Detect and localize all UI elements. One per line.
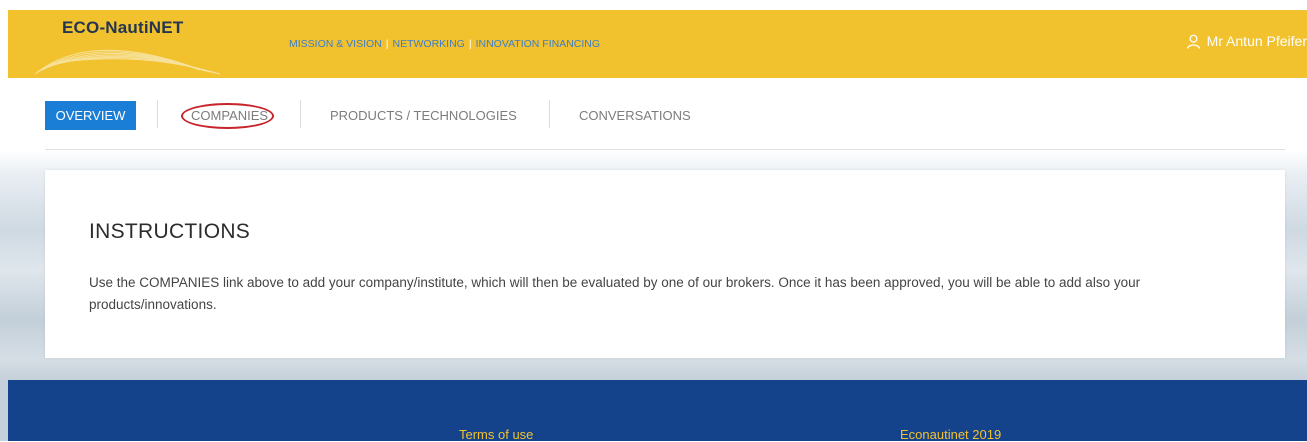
tab-divider [300, 100, 301, 128]
nav-separator: | [385, 38, 389, 50]
instructions-heading: INSTRUCTIONS [89, 220, 251, 243]
user-menu[interactable]: Mr Antun Pfeifer [1186, 33, 1307, 49]
top-nav: MISSION & VISION | NETWORKING | INNOVATION F… [289, 38, 600, 50]
tab-underline [45, 149, 1285, 150]
instructions-card: INSTRUCTIONS Use the COMPANIES link abov… [45, 170, 1285, 358]
nav-networking[interactable]: NETWORKING [393, 38, 465, 50]
user-name: Mr Antun Pfeifer [1206, 33, 1307, 49]
tab-products-technologies[interactable]: PRODUCTS / TECHNOLOGIES [330, 101, 517, 130]
instructions-text: Use the COMPANIES link above to add your… [89, 275, 1141, 312]
logo-waves-icon [34, 49, 221, 75]
nav-separator: | [468, 38, 472, 50]
user-icon [1186, 34, 1200, 49]
nav-mission-vision[interactable]: MISSION & VISION [289, 38, 382, 50]
nav-innovation-financing[interactable]: INNOVATION FINANCING [476, 38, 600, 50]
site-footer: Terms of use Econautinet 2019 [8, 380, 1307, 442]
top-strip [0, 0, 1307, 10]
tab-divider [157, 100, 158, 128]
copyright-text: Econautinet 2019 [900, 427, 1002, 442]
tab-bar: OVERVIEW COMPANIES PRODUCTS / TECHNOLOGI… [0, 78, 1307, 150]
site-header: ECO-NautiNET MISSION & VISION | NETWORKING… [8, 10, 1307, 78]
tab-conversations[interactable]: CONVERSATIONS [579, 101, 691, 130]
tab-overview[interactable]: OVERVIEW [45, 101, 136, 130]
logo-text: ECO-NautiNET [62, 18, 184, 37]
tab-divider [549, 100, 550, 128]
highlight-circle [181, 103, 274, 129]
terms-of-use-link[interactable]: Terms of use [459, 427, 533, 442]
logo[interactable]: ECO-NautiNET [30, 10, 240, 78]
